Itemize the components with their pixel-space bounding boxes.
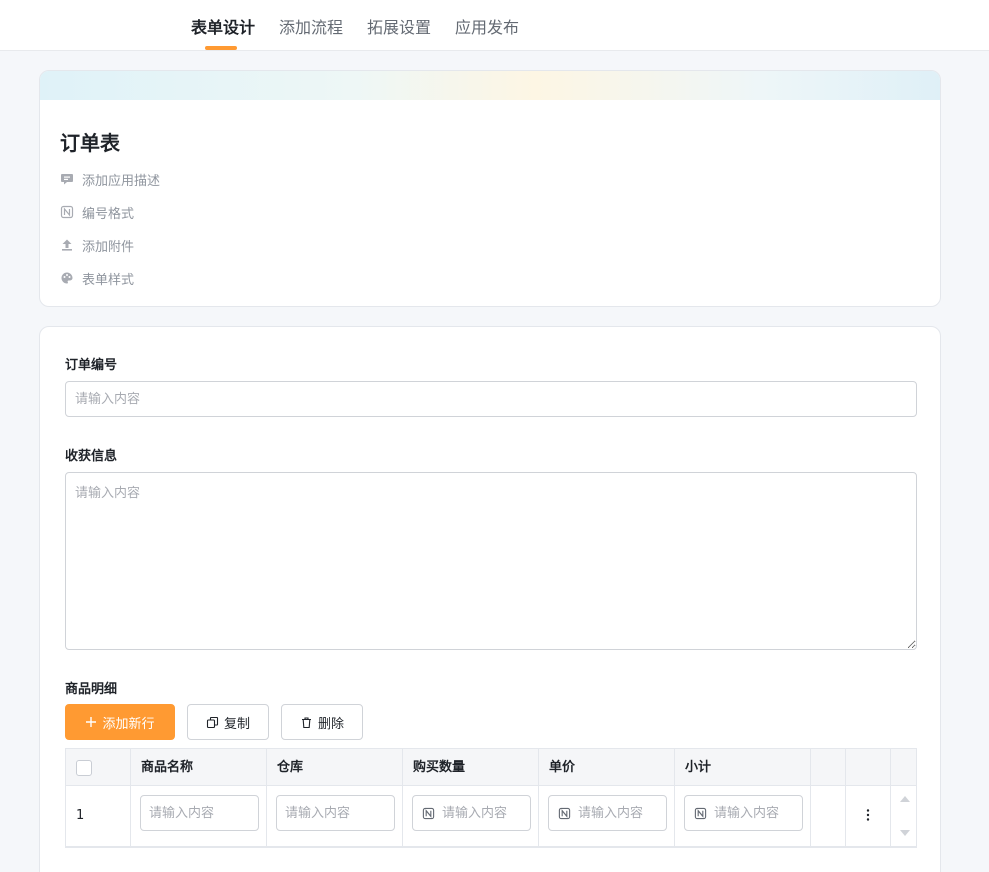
shipping-info-textarea[interactable] [65,472,917,650]
tab-app-publish[interactable]: 应用发布 [455,14,519,38]
column-divider [890,749,891,847]
number-format-link[interactable]: 编号格式 [60,203,135,222]
palette-icon [60,271,74,285]
table-header: 商品名称 仓库 购买数量 单价 小计 [66,749,916,786]
scroll-down-icon[interactable] [899,828,911,838]
order-number-label: 订单编号 [65,358,118,373]
trash-icon [300,716,313,729]
shipping-info-label: 收获信息 [65,449,118,464]
add-attachment-link[interactable]: 添加附件 [60,236,135,255]
product-name-input[interactable] [140,795,259,831]
active-tab-indicator [205,46,237,50]
row-index: 1 [76,808,85,823]
copy-label: 复制 [223,716,250,732]
column-divider [810,749,811,847]
column-divider [402,749,403,847]
column-header: 购买数量 [413,760,466,775]
plus-icon [85,716,97,728]
add-description-label: 添加应用描述 [82,173,161,189]
subtotal-input[interactable] [684,795,803,831]
column-header: 仓库 [277,760,304,775]
unit-price-input[interactable] [548,795,667,831]
column-header: 小计 [685,760,712,775]
delete-label: 删除 [317,716,344,732]
column-header: 商品名称 [141,760,194,775]
select-all-checkbox[interactable] [76,760,92,776]
order-number-input[interactable] [65,381,917,417]
tab-form-design[interactable]: 表单设计 [191,14,255,38]
upload-icon [60,238,74,252]
column-divider [845,749,846,847]
product-details-table: 商品名称 仓库 购买数量 单价 小计 1 [65,748,917,848]
scroll-up-icon[interactable] [899,794,911,804]
comment-icon [60,172,74,186]
app-info-card: 订单表 添加应用描述 编号格式 添加附件 表单样式 [39,70,941,307]
tab-extension-settings[interactable]: 拓展设置 [367,14,431,38]
product-details-label: 商品明细 [65,682,118,697]
top-nav: 表单设计 添加流程 拓展设置 应用发布 [0,0,989,51]
add-attachment-label: 添加附件 [82,239,135,255]
number-format-label: 编号格式 [82,206,135,222]
copy-icon [206,716,219,729]
form-style-label: 表单样式 [82,272,135,288]
row-more-menu[interactable] [856,803,880,827]
copy-button[interactable]: 复制 [187,704,269,740]
column-divider [266,749,267,847]
number-icon [60,205,74,219]
add-row-button[interactable]: 添加新行 [65,704,175,740]
add-description-link[interactable]: 添加应用描述 [60,170,161,189]
quantity-input[interactable] [412,795,531,831]
more-vertical-icon [866,809,870,821]
delete-button[interactable]: 删除 [281,704,363,740]
column-header: 单价 [549,760,576,775]
column-divider [674,749,675,847]
column-divider [538,749,539,847]
tab-add-process[interactable]: 添加流程 [279,14,343,38]
column-divider [130,749,131,847]
add-row-label: 添加新行 [102,716,155,732]
form-card: 订单编号 收获信息 商品明细 添加新行 复制 删除 商品名称 仓库 购买数量 单… [39,326,941,872]
warehouse-input[interactable] [276,795,395,831]
form-style-link[interactable]: 表单样式 [60,269,135,288]
app-title: 订单表 [60,131,120,155]
card-banner [40,71,940,100]
